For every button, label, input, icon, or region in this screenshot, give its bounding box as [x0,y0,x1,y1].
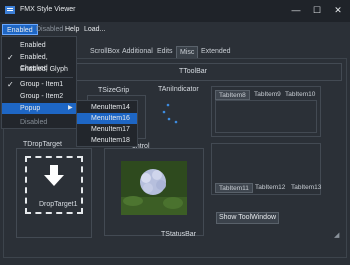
menu-item-enabled[interactable]: Enabled [2,40,76,51]
menu-item-enabled-glyph[interactable]: Enabled, Glyph [2,64,76,75]
tab-item11[interactable]: TabItem11 [215,183,253,193]
menu-item-label: Group - Item2 [20,93,64,100]
menu-item-label: Enabled [20,42,46,49]
submenu-item-17[interactable]: MenuItem17 [77,124,137,135]
close-button[interactable]: ✕ [331,4,345,17]
window-title: FMX Style Viewer [20,6,76,13]
tab-item12[interactable]: TabItem12 [252,183,288,193]
menu-item-label: Group - Item1 [20,81,64,88]
droptarget-label: DropTarget1 [39,201,78,208]
menu-separator [5,77,73,78]
show-toolwindow-button[interactable]: Show ToolWindow [216,212,279,224]
droptarget-title: TDropTarget [23,141,62,148]
tab-item13[interactable]: TabItem13 [288,183,324,193]
submenu-item-14[interactable]: MenuItem14 [77,102,137,113]
sizegrip-label: TSizeGrip [98,87,130,94]
size-grip-icon[interactable]: ◢ [334,231,339,239]
flower-photo [121,161,187,215]
tab-item8[interactable]: TabItem8 [215,90,250,100]
check-icon: ✓ [7,80,14,89]
menu-item-label: Popup [20,105,41,112]
menu-item-group-item2[interactable]: Group - Item2 [2,91,76,102]
down-arrow-icon [44,165,64,186]
menu-item-label: Disabled [20,119,48,126]
title-bar: FMX Style Viewer — ☐ ✕ [0,0,350,22]
menu-item-group-item1[interactable]: ✓ Group - Item1 [2,79,76,90]
menu-load[interactable]: Load... [80,24,109,35]
menu-item-popup[interactable]: Popup ▶ [2,103,76,114]
tabcontrol-top: TabItem8 TabItem9 TabItem10 [211,86,321,137]
tab-content-area [215,100,317,133]
app-icon [5,6,15,14]
enabled-dropdown-menu: Enabled ✓ Enabled, Checked Enabled, Glyp… [1,36,77,129]
tab-item10[interactable]: TabItem10 [282,90,318,100]
menu-item-disabled: Disabled [2,117,76,128]
tab-extended[interactable]: Extended [198,46,234,58]
menu-item-enabled-checked[interactable]: ✓ Enabled, Checked [2,52,76,72]
tab-item9[interactable]: TabItem9 [251,90,284,100]
maximize-button[interactable]: ☐ [310,4,324,17]
statusbar-label: TStatusBar [161,231,197,238]
status-bar: TStatusBar ◢ [3,230,347,242]
aniindicator-label: TAniIndicator [158,86,199,93]
popup-submenu: MenuItem14 MenuItem16 MenuItem17 MenuIte… [76,100,138,147]
app-window: FMX Style Viewer — ☐ ✕ Enabled Disabled … [0,0,350,265]
tab-scrollbox[interactable]: ScrollBox [87,46,123,58]
tab-edits[interactable]: Edits [154,46,176,58]
submenu-item-18[interactable]: MenuItem18 [77,135,137,146]
check-icon: ✓ [7,53,14,62]
menu-item-label: Enabled, Glyph [20,66,68,73]
tab-misc[interactable]: Misc [176,46,199,58]
toolbar-label: TToolBar [179,68,208,75]
chevron-right-icon: ▶ [68,105,73,111]
menu-bar: Enabled Disabled Help Load... [0,22,350,36]
drop-target[interactable]: DropTarget1 [25,156,83,214]
tab-additional[interactable]: Additional [119,46,156,58]
activity-indicator-icon [162,103,178,124]
submenu-item-16[interactable]: MenuItem16 [77,113,137,124]
minimize-button[interactable]: — [289,4,303,17]
